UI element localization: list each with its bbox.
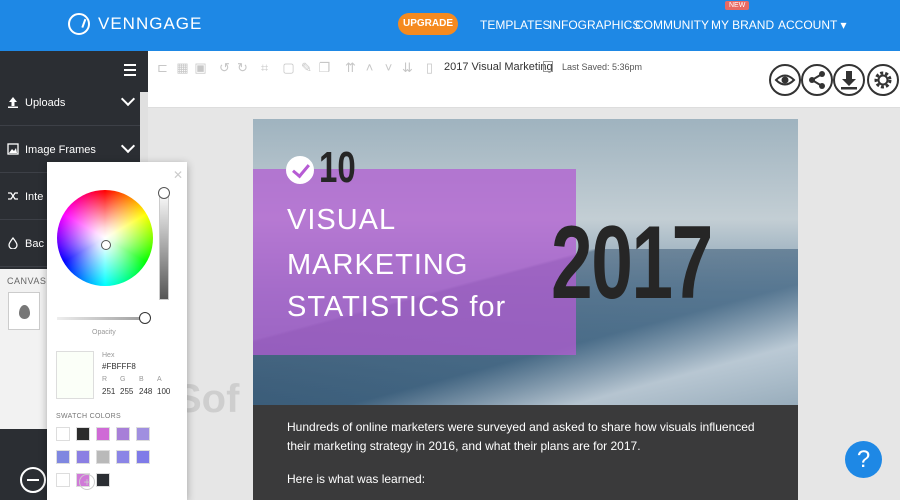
headline-line-3[interactable]: STATISTICS for: [287, 291, 506, 324]
brightness-slider[interactable]: [159, 190, 169, 300]
drop-icon: [8, 237, 18, 249]
rename-icon[interactable]: [543, 61, 553, 72]
color-wheel-handle[interactable]: [101, 240, 111, 250]
eye-icon: [774, 74, 796, 86]
color-swatch[interactable]: [136, 450, 150, 464]
new-badge: NEW: [725, 1, 750, 10]
upgrade-button[interactable]: UPGRADE: [398, 13, 458, 35]
swatch-label: SWATCH COLORS: [56, 413, 121, 420]
upload-icon: [8, 97, 18, 108]
channel-label-r: R: [102, 376, 108, 383]
nav-infographics[interactable]: INFOGRAPHICS: [549, 18, 640, 32]
color-preview: [56, 351, 94, 399]
sidebar-item-label: Image Frames: [25, 144, 96, 156]
color-swatch[interactable]: [136, 427, 150, 441]
infographic-canvas[interactable]: 10 VISUAL MARKETING STATISTICS for 2017 …: [253, 119, 798, 500]
settings-button[interactable]: [867, 64, 899, 96]
download-button[interactable]: [833, 64, 865, 96]
help-button[interactable]: ?: [845, 441, 882, 478]
channel-label-b: B: [139, 376, 144, 383]
opacity-label: Opacity: [92, 329, 116, 336]
align-icon[interactable]: ⊏: [156, 61, 169, 74]
download-icon: [841, 71, 857, 90]
menu-icon[interactable]: [124, 64, 136, 79]
color-swatch[interactable]: [56, 450, 70, 464]
stat-count[interactable]: 10: [319, 143, 356, 193]
nav-templates[interactable]: TEMPLATES: [480, 18, 550, 32]
year-text[interactable]: 2017: [551, 204, 713, 323]
top-nav: VENNGAGE UPGRADE TEMPLATES INFOGRAPHICS …: [0, 0, 900, 51]
trash-icon[interactable]: ▯: [423, 61, 436, 74]
channel-input-a[interactable]: 100: [157, 387, 170, 396]
color-swatch[interactable]: [116, 427, 130, 441]
close-icon[interactable]: ✕: [173, 168, 183, 182]
edit-icon[interactable]: ✎: [300, 61, 313, 74]
brand-logo[interactable]: VENNGAGE: [68, 13, 202, 35]
lock-icon[interactable]: ▢: [282, 61, 295, 74]
last-saved: Last Saved: 5:36pm: [562, 62, 643, 72]
copy-icon[interactable]: ❐: [318, 61, 331, 74]
channel-input-b[interactable]: 248: [139, 387, 152, 396]
image-icon[interactable]: ▣: [194, 61, 207, 74]
chevron-down-icon[interactable]: [120, 91, 136, 107]
color-swatch[interactable]: [96, 473, 110, 487]
zoom-out-button[interactable]: [20, 467, 46, 493]
share-button[interactable]: [801, 64, 833, 96]
canvas-label: CANVAS: [7, 276, 47, 286]
logo-icon: [68, 13, 90, 35]
learned-text[interactable]: Here is what was learned:: [287, 472, 425, 486]
color-swatch[interactable]: [116, 450, 130, 464]
sidebar-item-uploads[interactable]: Uploads: [0, 81, 140, 126]
undo-icon[interactable]: ↺: [218, 61, 231, 74]
shuffle-icon: [8, 192, 18, 200]
intro-section: Hundreds of online marketers were survey…: [253, 405, 798, 500]
move-down-icon[interactable]: ˅: [382, 61, 395, 74]
channel-input-g[interactable]: 255: [120, 387, 133, 396]
move-up-icon[interactable]: ˄: [363, 61, 376, 74]
headline-line-2[interactable]: MARKETING: [287, 249, 468, 282]
sidebar-item-label: Inte: [25, 191, 44, 203]
redo-icon[interactable]: ↻: [236, 61, 249, 74]
brand-name: VENNGAGE: [98, 14, 203, 33]
gear-icon: [874, 71, 892, 89]
opacity-handle[interactable]: [139, 312, 151, 324]
color-wheel[interactable]: [57, 190, 153, 286]
sidebar-item-label: Uploads: [25, 97, 66, 109]
chevron-down-icon[interactable]: [120, 138, 136, 154]
add-swatch-button[interactable]: +: [79, 474, 95, 490]
color-swatch[interactable]: [56, 473, 70, 487]
color-swatch[interactable]: [96, 427, 110, 441]
nav-community[interactable]: COMMUNITY: [635, 18, 709, 32]
drop-icon: [19, 305, 30, 319]
nav-account[interactable]: ACCOUNT ▾: [778, 18, 846, 32]
hex-label: Hex: [102, 352, 115, 359]
brightness-handle[interactable]: [158, 187, 170, 199]
send-back-icon[interactable]: ⇊: [401, 61, 414, 74]
check-icon[interactable]: [286, 156, 314, 184]
intro-text[interactable]: Hundreds of online marketers were survey…: [287, 418, 767, 456]
color-swatch[interactable]: [76, 427, 90, 441]
color-swatch[interactable]: [96, 450, 110, 464]
image-frame-icon: [7, 143, 19, 155]
editor-toolbar: ⊏ ▦ ▣ ↺ ↻ ⌗ ▢ ✎ ❐ ⇈ ˄ ˅ ⇊ ▯ 2017 Visual …: [148, 51, 900, 108]
color-swatch[interactable]: [76, 450, 90, 464]
hex-input[interactable]: #FBFFF8: [102, 362, 136, 371]
canvas-color-button[interactable]: [8, 292, 40, 330]
channel-label-g: G: [120, 376, 126, 383]
share-icon: [809, 71, 825, 89]
color-picker: ✕ Opacity Hex #FBFFF8 R G B A 251 255 24…: [47, 162, 187, 500]
crop-icon[interactable]: ⌗: [258, 61, 271, 74]
document-title[interactable]: 2017 Visual Marketing: [444, 61, 553, 73]
sidebar-item-label: Bac: [25, 238, 44, 250]
channel-input-r[interactable]: 251: [102, 387, 115, 396]
channel-label-a: A: [157, 376, 162, 383]
nav-my-brand[interactable]: MY BRAND: [711, 18, 774, 32]
grid-icon[interactable]: ▦: [176, 61, 189, 74]
opacity-slider[interactable]: [57, 317, 149, 320]
headline-line-1[interactable]: VISUAL: [287, 204, 396, 237]
preview-button[interactable]: [769, 64, 801, 96]
bring-front-icon[interactable]: ⇈: [344, 61, 357, 74]
color-swatch[interactable]: [56, 427, 70, 441]
